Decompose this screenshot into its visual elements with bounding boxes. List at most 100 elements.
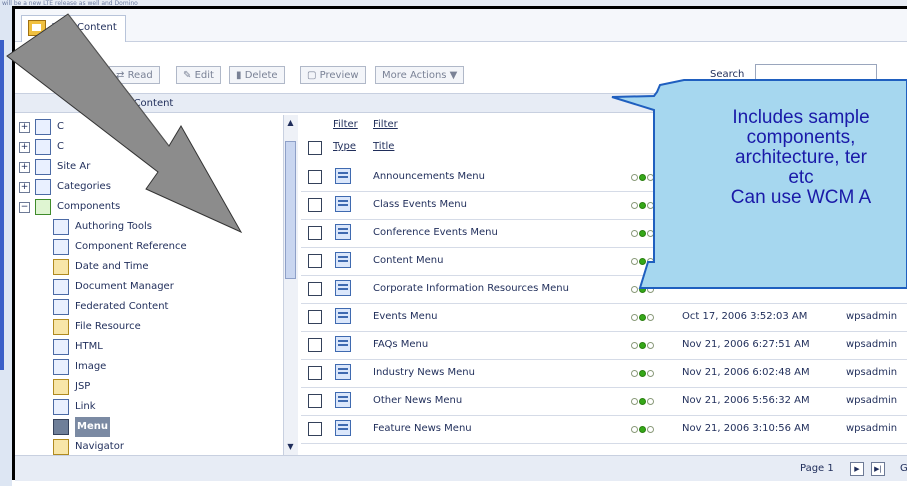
status-indicator bbox=[631, 342, 661, 349]
tree-item-date-and-time[interactable]: Date and Time bbox=[15, 257, 265, 277]
row-title[interactable]: Conference Events Menu bbox=[373, 219, 498, 247]
menu-icon bbox=[335, 252, 351, 268]
row-title[interactable]: Industry News Menu bbox=[373, 359, 475, 387]
row-title[interactable]: Feature News Menu bbox=[373, 415, 472, 443]
tree-item-authoring-tools[interactable]: Authoring Tools bbox=[15, 217, 265, 237]
file-resource-icon bbox=[53, 319, 69, 335]
tree-item-site-area[interactable]: + Site Ar bbox=[15, 157, 265, 177]
filter-link-type[interactable]: Filter bbox=[333, 119, 358, 130]
scroll-up-icon[interactable]: ▲ bbox=[285, 117, 296, 129]
filter-link-title[interactable]: Filter bbox=[373, 119, 398, 130]
status-dot bbox=[631, 342, 638, 349]
table-row[interactable]: Feature News Menu Nov 21, 2006 3:10:56 AM… bbox=[301, 415, 907, 444]
row-title[interactable]: Events Menu bbox=[373, 303, 438, 331]
expand-icon[interactable]: + bbox=[19, 182, 30, 193]
row-checkbox[interactable] bbox=[308, 226, 322, 240]
table-row[interactable]: Content Menu bbox=[301, 247, 907, 276]
table-row[interactable]: Conference Events Menu bbox=[301, 219, 907, 248]
go-label[interactable]: G bbox=[900, 456, 907, 481]
new-button[interactable]: New ▼ bbox=[51, 66, 98, 84]
row-checkbox[interactable] bbox=[308, 366, 322, 380]
status-dot bbox=[631, 230, 638, 237]
status-dot-active bbox=[639, 258, 646, 265]
callout-line: Includes sample bbox=[732, 107, 870, 128]
table-row[interactable]: Other News Menu Nov 21, 2006 5:56:32 AM wp… bbox=[301, 387, 907, 416]
status-dot bbox=[631, 202, 638, 209]
select-all-checkbox[interactable] bbox=[308, 141, 322, 155]
status-indicator bbox=[631, 286, 661, 293]
status-dot bbox=[647, 314, 654, 321]
table-row[interactable]: Industry News Menu Nov 21, 2006 6:02:48 A… bbox=[301, 359, 907, 388]
row-title[interactable]: Corporate Information Resources Menu bbox=[373, 275, 569, 303]
row-author: wpsadmin bbox=[846, 367, 898, 378]
tree-item-jsp[interactable]: JSP bbox=[15, 377, 265, 397]
column-header-title[interactable]: Title bbox=[373, 141, 394, 152]
row-checkbox[interactable] bbox=[308, 170, 322, 184]
expand-icon[interactable]: + bbox=[19, 162, 30, 173]
read-button[interactable]: ⇄ Read bbox=[109, 66, 160, 84]
row-checkbox[interactable] bbox=[308, 282, 322, 296]
table-row[interactable]: Corporate Information Resources Menu bbox=[301, 275, 907, 304]
tab-web-content[interactable]: Web Content bbox=[21, 15, 126, 42]
row-checkbox[interactable] bbox=[308, 310, 322, 324]
tree-item-components[interactable]: − Components bbox=[15, 197, 265, 217]
column-header-type[interactable]: Type bbox=[333, 141, 356, 152]
tree-item-html[interactable]: HTML bbox=[15, 337, 265, 357]
row-checkbox[interactable] bbox=[308, 394, 322, 408]
tree-item-label: Link bbox=[75, 401, 96, 412]
status-dot bbox=[647, 342, 654, 349]
tree-item-federated-content[interactable]: Federated Content bbox=[15, 297, 265, 317]
edit-button[interactable]: ✎ Edit bbox=[176, 66, 221, 84]
row-checkbox[interactable] bbox=[308, 254, 322, 268]
tree-item-link[interactable]: Link bbox=[15, 397, 265, 417]
row-title[interactable]: Content Menu bbox=[373, 247, 443, 275]
search-input[interactable] bbox=[755, 64, 877, 84]
row-modified-date: Nov 21, 2006 6:02:48 AM bbox=[682, 367, 810, 378]
federated-content-icon bbox=[53, 299, 69, 315]
scroll-thumb[interactable] bbox=[285, 141, 296, 279]
status-dot-active bbox=[639, 230, 646, 237]
delete-button[interactable]: ▮ Delete bbox=[229, 66, 285, 84]
menu-icon bbox=[335, 168, 351, 184]
row-title[interactable]: Other News Menu bbox=[373, 387, 462, 415]
navigator-icon bbox=[53, 439, 69, 455]
tree-item-1[interactable]: + C bbox=[15, 117, 265, 137]
status-dot-active bbox=[639, 342, 646, 349]
categories-icon bbox=[35, 179, 51, 195]
tree-item-menu[interactable]: Menu bbox=[15, 417, 265, 437]
status-dot bbox=[647, 286, 654, 293]
row-title[interactable]: Class Events Menu bbox=[373, 191, 467, 219]
row-checkbox[interactable] bbox=[308, 422, 322, 436]
table-row[interactable]: FAQs Menu Nov 21, 2006 6:27:51 AM wpsadmin bbox=[301, 331, 907, 360]
scroll-down-icon[interactable]: ▼ bbox=[285, 441, 296, 453]
more-actions-button[interactable]: More Actions ▼ bbox=[375, 66, 465, 84]
last-page-icon[interactable]: ▶| bbox=[871, 462, 885, 476]
expand-icon[interactable]: + bbox=[19, 122, 30, 133]
row-checkbox[interactable] bbox=[308, 198, 322, 212]
row-modified-date: Nov 21, 2006 3:10:56 AM bbox=[682, 423, 810, 434]
preview-button[interactable]: ▢ Preview bbox=[300, 66, 366, 84]
tree-item-categories[interactable]: + Categories bbox=[15, 177, 265, 197]
tree-item-document-manager[interactable]: Document Manager bbox=[15, 277, 265, 297]
next-page-icon[interactable]: ▶ bbox=[850, 462, 864, 476]
row-title[interactable]: Announcements Menu bbox=[373, 163, 485, 191]
row-checkbox[interactable] bbox=[308, 338, 322, 352]
row-title[interactable]: FAQs Menu bbox=[373, 331, 428, 359]
more-actions-label: More Actions ▼ bbox=[382, 70, 458, 81]
row-author: wpsadmin bbox=[846, 423, 898, 434]
tree-item-navigator[interactable]: Navigator bbox=[15, 437, 265, 455]
tree-scrollbar[interactable]: ▲ ▼ bbox=[283, 115, 298, 455]
status-dot bbox=[631, 398, 638, 405]
tree-item-label: Site Ar bbox=[57, 161, 91, 172]
tree-item-file-resource[interactable]: File Resource bbox=[15, 317, 265, 337]
expand-icon[interactable]: + bbox=[19, 142, 30, 153]
status-dot bbox=[631, 314, 638, 321]
menu-icon bbox=[335, 196, 351, 212]
tree-item-component-reference[interactable]: Component Reference bbox=[15, 237, 265, 257]
tree-item-2[interactable]: + C bbox=[15, 137, 265, 157]
status-indicator bbox=[631, 230, 661, 237]
html-icon bbox=[53, 339, 69, 355]
collapse-icon[interactable]: − bbox=[19, 202, 30, 213]
tree-item-image[interactable]: Image bbox=[15, 357, 265, 377]
table-row[interactable]: Events Menu Oct 17, 2006 3:52:03 AM wpsadm… bbox=[301, 303, 907, 332]
